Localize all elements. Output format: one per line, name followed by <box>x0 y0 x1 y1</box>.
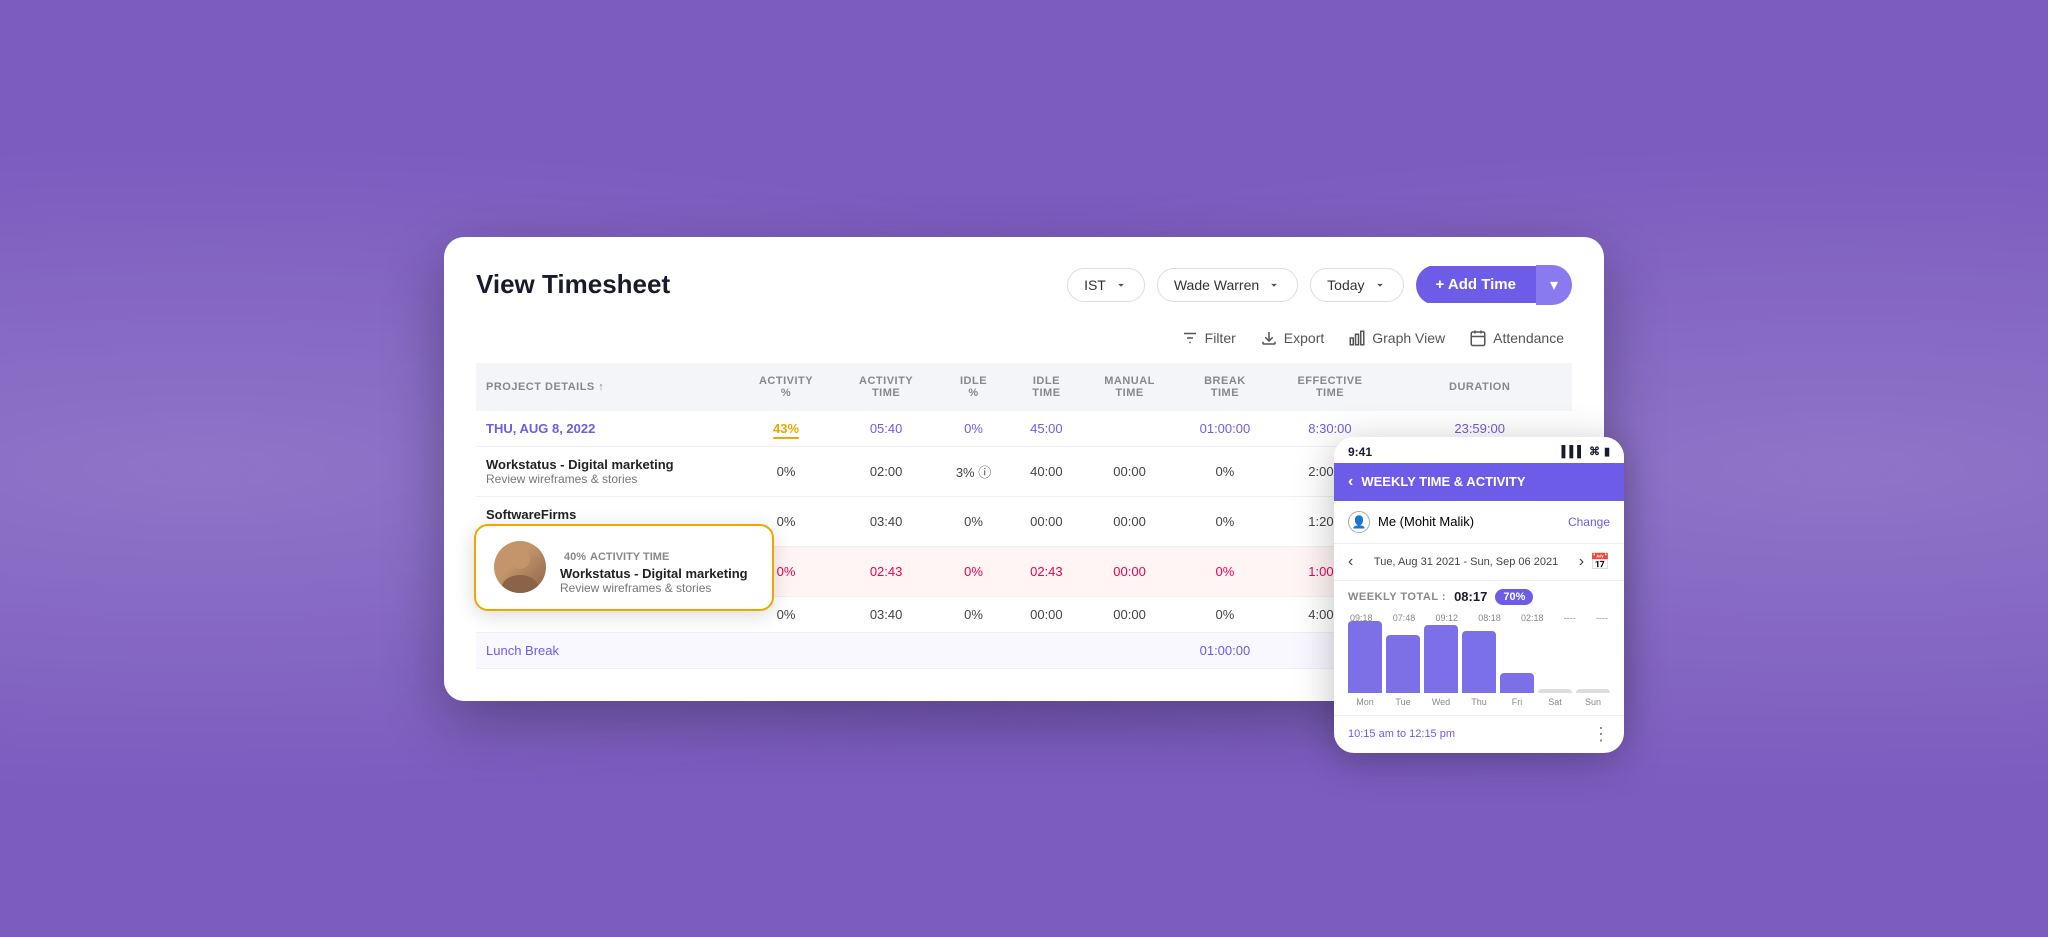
date-activity-pct: 43% <box>736 411 836 447</box>
wifi-icon: ⌘ <box>1589 445 1600 458</box>
activity-tooltip: 40%ACTIVITY TIME Workstatus - Digital ma… <box>474 524 774 611</box>
toolbar: Filter Export Graph View Attendance <box>476 329 1572 347</box>
add-time-button[interactable]: + Add Time ▾ <box>1416 265 1572 305</box>
tooltip-info: 40%ACTIVITY TIME Workstatus - Digital ma… <box>560 540 748 595</box>
lunch-label: Lunch Break <box>476 632 736 668</box>
chart-bar-fri: Fri <box>1500 673 1534 707</box>
date-idle-pct: 0% <box>936 411 1011 447</box>
date-label: THU, AUG 8, 2022 <box>476 411 736 447</box>
change-link[interactable]: Change <box>1568 515 1610 529</box>
next-week-button[interactable]: › <box>1579 553 1584 571</box>
mobile-status-bar: 9:41 ▌▌▌ ⌘ ▮ <box>1334 437 1624 463</box>
table-header-row: PROJECT DETAILS ↑ ACTIVITY% ACTIVITYTIME… <box>476 363 1572 411</box>
prev-week-button[interactable]: ‹ <box>1348 553 1353 571</box>
chart-bar-mon: Mon <box>1348 621 1382 707</box>
project-cell: Workstatus - Digital marketing Review wi… <box>476 446 736 496</box>
user-icon: 👤 <box>1348 511 1370 533</box>
mobile-overlay: 9:41 ▌▌▌ ⌘ ▮ ‹ WEEKLY TIME & ACTIVITY 👤 … <box>1334 437 1624 753</box>
filter-button[interactable]: Filter <box>1181 329 1236 347</box>
calendar-icon[interactable]: 📅 <box>1590 552 1610 572</box>
chart-bar-sun: Sun <box>1576 689 1610 707</box>
date-break-time: 01:00:00 <box>1177 411 1272 447</box>
user-dropdown[interactable]: Wade Warren <box>1157 268 1298 302</box>
tooltip-pct: 40%ACTIVITY TIME <box>560 540 748 566</box>
mobile-header: ‹ WEEKLY TIME & ACTIVITY <box>1334 463 1624 501</box>
col-idle-time: IDLETIME <box>1011 363 1082 411</box>
dots-menu[interactable]: ⋮ <box>1592 724 1610 745</box>
time-range-row: 10:15 am to 12:15 pm ⋮ <box>1334 715 1624 753</box>
page-title: View Timesheet <box>476 269 1067 300</box>
date-idle-time: 45:00 <box>1011 411 1082 447</box>
col-effective-time: EFFECTIVETIME <box>1273 363 1388 411</box>
col-duration: DURATION <box>1387 363 1572 411</box>
period-dropdown[interactable]: Today <box>1310 268 1403 302</box>
mobile-date-nav: ‹ Tue, Aug 31 2021 - Sun, Sep 06 2021 › … <box>1334 544 1624 581</box>
chart-bar-thu: Thu <box>1462 631 1496 707</box>
mobile-user-row: 👤 Me (Mohit Malik) Change <box>1334 501 1624 544</box>
export-button[interactable]: Export <box>1260 329 1324 347</box>
add-time-arrow[interactable]: ▾ <box>1536 265 1572 305</box>
signal-icon: ▌▌▌ <box>1562 446 1585 458</box>
chart-labels-top: 09:18 07:48 09:12 08:18 02:18 ---- ---- <box>1348 613 1610 623</box>
weekly-total-row: WEEKLY TOTAL : 08:17 70% <box>1334 581 1624 609</box>
add-time-main[interactable]: + Add Time <box>1416 266 1536 303</box>
graph-view-button[interactable]: Graph View <box>1348 329 1445 347</box>
chart-bar-tue: Tue <box>1386 635 1420 707</box>
date-activity-time: 05:40 <box>836 411 936 447</box>
tooltip-sub: Review wireframes & stories <box>560 581 748 595</box>
battery-icon: ▮ <box>1604 445 1610 458</box>
chart-bar-wed: Wed <box>1424 625 1458 707</box>
chart-bar-sat: Sat <box>1538 689 1572 707</box>
page-header: View Timesheet IST Wade Warren Today + A… <box>476 265 1572 305</box>
col-break-time: BREAKTIME <box>1177 363 1272 411</box>
back-arrow[interactable]: ‹ <box>1348 473 1353 491</box>
col-activity-time: ACTIVITYTIME <box>836 363 936 411</box>
weekly-chart: 09:18 07:48 09:12 08:18 02:18 ---- ---- … <box>1334 609 1624 715</box>
timezone-dropdown[interactable]: IST <box>1067 268 1145 302</box>
attendance-button[interactable]: Attendance <box>1469 329 1564 347</box>
col-idle-pct: IDLE% <box>936 363 1011 411</box>
tooltip-project: Workstatus - Digital marketing <box>560 566 748 581</box>
chart-bars: Mon Tue Wed Thu Fri <box>1348 627 1610 707</box>
main-card: View Timesheet IST Wade Warren Today + A… <box>444 237 1604 701</box>
col-project: PROJECT DETAILS ↑ <box>476 363 736 411</box>
date-manual-time <box>1082 411 1177 447</box>
header-controls: IST Wade Warren Today + Add Time ▾ <box>1067 265 1572 305</box>
col-activity-pct: ACTIVITY% <box>736 363 836 411</box>
col-manual-time: MANUALTIME <box>1082 363 1177 411</box>
tooltip-avatar <box>494 541 546 593</box>
